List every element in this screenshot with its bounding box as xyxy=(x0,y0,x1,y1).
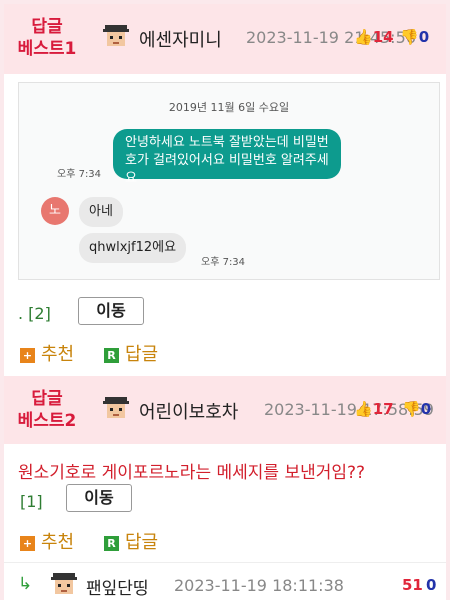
reply-downvotes[interactable]: 0 xyxy=(426,576,436,594)
chat-time-incoming: 오후 7:34 xyxy=(201,257,246,268)
plus-square-icon: + xyxy=(20,347,35,363)
page-frame: 답글 베스트1 에센자미니 2023-11-19 21:45:56 👍14 👎0… xyxy=(4,4,446,600)
chat-bubble-incoming-1: 아네 xyxy=(79,197,123,227)
post-2-header: 답글 베스트2 어린이보호차 2023-11-19 17:58:59 👍17 👎… xyxy=(4,376,446,444)
chat-time-outgoing: 오후 7:34 xyxy=(57,169,102,180)
post-2-upvotes[interactable]: 👍17 xyxy=(354,400,394,418)
divider xyxy=(4,562,446,563)
plus-square-icon: + xyxy=(20,535,35,551)
r-square-icon: R xyxy=(104,347,119,363)
chat-avatar: 노 xyxy=(41,197,69,225)
post-1-header: 답글 베스트1 에센자미니 2023-11-19 21:45:56 👍14 👎0 xyxy=(4,4,446,74)
post-2-text: 원소기호로 게이포르노라는 메세지를 보낸거임?? xyxy=(18,463,366,483)
move-button[interactable]: 이동 xyxy=(78,297,144,325)
reply-button[interactable]: R 답글 xyxy=(104,528,158,554)
post-2-nickname[interactable]: 어린이보호차 xyxy=(139,398,238,424)
post-2-reply-count: [1] xyxy=(20,492,43,511)
chat-bubble-incoming-2: qhwlxjf12에요 xyxy=(79,233,187,263)
avatar-icon[interactable] xyxy=(100,22,132,50)
chat-date: 2019년 11월 6일 수요일 xyxy=(168,101,290,114)
move-button[interactable]: 이동 xyxy=(66,484,132,512)
r-square-icon: R xyxy=(104,535,119,551)
best-reply-badge-2: 답글 베스트2 xyxy=(17,389,77,431)
post-1-nickname[interactable]: 에센자미니 xyxy=(139,26,222,52)
avatar-icon[interactable] xyxy=(48,570,80,598)
chat-screenshot-image: 2019년 11월 6일 수요일 안녕하세요 노트북 잘받았는데 비밀번호가 걸… xyxy=(18,82,440,280)
post-1-upvotes[interactable]: 👍14 xyxy=(354,28,394,46)
post-1-reply-count: . [2] xyxy=(18,304,51,323)
reply-button[interactable]: R 답글 xyxy=(104,340,158,366)
thumbs-up-icon: 👍 xyxy=(354,28,373,46)
avatar-icon[interactable] xyxy=(100,394,132,422)
chat-bubble-outgoing: 안녕하세요 노트북 잘받았는데 비밀번호가 걸려있어서요 비밀번호 알려주세요 xyxy=(113,129,341,186)
thumbs-down-icon: 👎 xyxy=(402,400,421,418)
best-reply-badge-1: 답글 베스트1 xyxy=(17,17,77,59)
thumbs-up-icon: 👍 xyxy=(354,400,373,418)
reply-arrow-icon: ↳ xyxy=(18,574,33,594)
thumbs-down-icon: 👎 xyxy=(400,28,419,46)
recommend-button[interactable]: + 추천 xyxy=(20,340,74,366)
reply-upvotes[interactable]: 51 xyxy=(402,576,423,594)
post-2-downvotes[interactable]: 👎0 xyxy=(402,400,431,418)
recommend-button[interactable]: + 추천 xyxy=(20,528,74,554)
post-1-downvotes[interactable]: 👎0 xyxy=(400,28,429,46)
reply-nickname[interactable]: 팬잎단띵 xyxy=(86,574,149,599)
reply-date: 2023-11-19 18:11:38 xyxy=(174,576,344,595)
